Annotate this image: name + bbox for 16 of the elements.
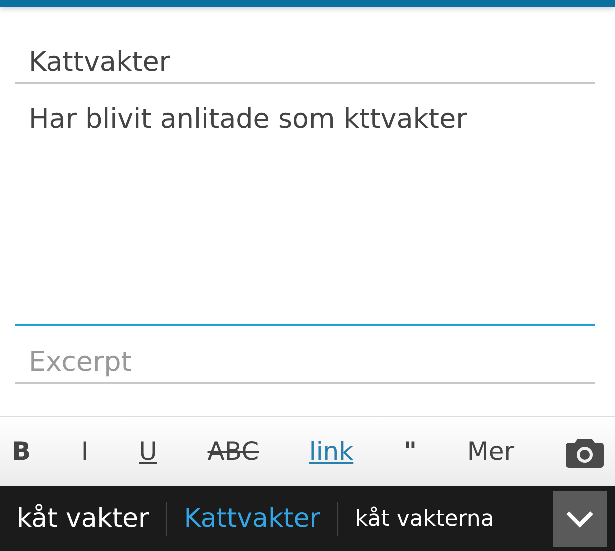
camera-icon bbox=[564, 436, 605, 469]
bold-button[interactable]: B bbox=[12, 432, 32, 470]
suggestion[interactable]: kåt vakterna bbox=[338, 502, 512, 536]
suggestion[interactable]: kåt vakter bbox=[0, 500, 166, 538]
excerpt-field[interactable]: Excerpt bbox=[15, 344, 595, 384]
link-button[interactable]: link bbox=[309, 432, 354, 470]
suggestion[interactable]: Kattvakter bbox=[167, 500, 338, 538]
italic-button[interactable]: I bbox=[81, 432, 89, 470]
strikethrough-button[interactable]: ABC bbox=[208, 432, 260, 470]
quote-button[interactable]: " bbox=[404, 432, 417, 470]
chevron-down-icon bbox=[565, 510, 595, 528]
body-field[interactable]: Har blivit anlitade som kttvakter bbox=[15, 104, 595, 326]
more-button[interactable]: Mer bbox=[467, 432, 515, 470]
underline-button[interactable]: U bbox=[139, 432, 158, 470]
expand-button[interactable] bbox=[553, 491, 607, 547]
title-field[interactable]: Kattvakter bbox=[15, 44, 595, 84]
